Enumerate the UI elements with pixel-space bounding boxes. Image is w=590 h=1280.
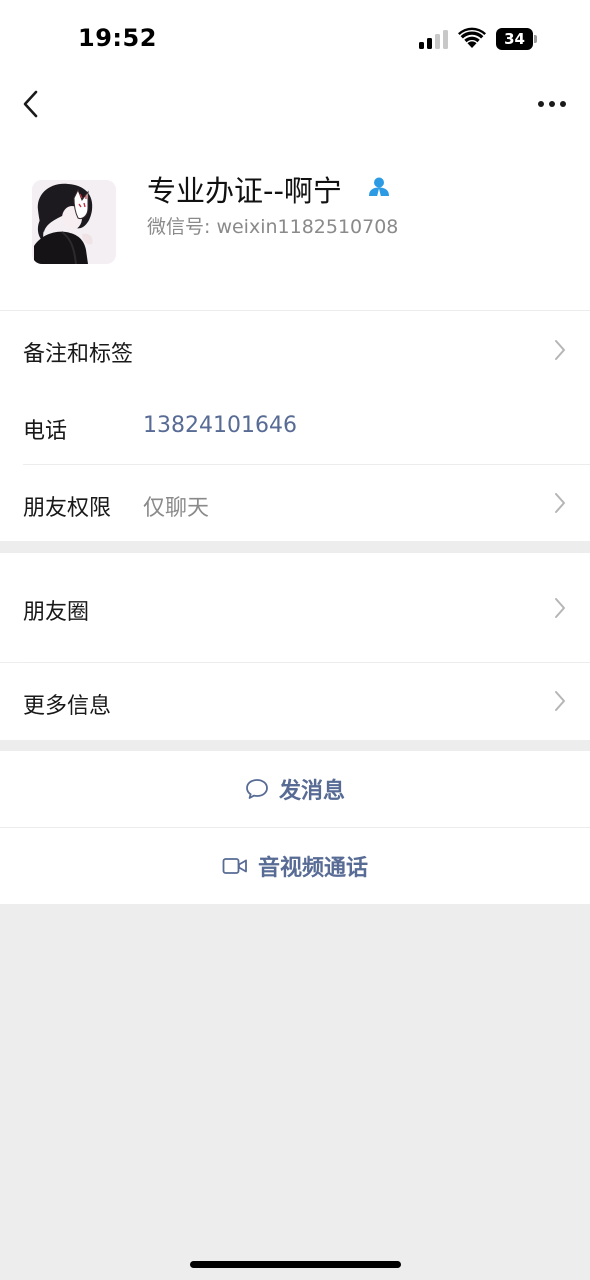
send-message-content: 发消息 <box>0 751 590 827</box>
profile-header: 专业办证--啊宁 微信号: weixin1182510708 <box>0 150 590 310</box>
video-camera-icon <box>222 858 247 874</box>
status-time: 19:52 <box>78 24 157 52</box>
audio-video-call-button[interactable]: 音视频通话 <box>0 828 590 904</box>
row-moments[interactable]: 朋友圈 <box>0 553 590 662</box>
send-message-button[interactable]: 发消息 <box>0 751 590 827</box>
audio-video-call-label: 音视频通话 <box>257 856 368 881</box>
chevron-right-icon <box>555 691 565 711</box>
permissions-value: 仅聊天 <box>143 496 210 521</box>
row-label-moments: 朋友圈 <box>23 600 90 625</box>
row-label-more-info: 更多信息 <box>23 694 112 719</box>
row-phone[interactable]: 电话 13824101646 <box>0 388 590 464</box>
wifi-icon <box>458 27 486 48</box>
avatar[interactable] <box>32 180 116 264</box>
row-remarks-and-tags[interactable]: 备注和标签 <box>0 311 590 388</box>
wechat-id: 微信号: weixin1182510708 <box>147 216 399 238</box>
cellular-signal-icon <box>419 29 449 49</box>
chat-bubble-icon <box>246 779 268 799</box>
phone-number-link[interactable]: 13824101646 <box>143 413 297 438</box>
top-card: 19:52 34 专业办证--啊宁 微信号: weixin1182510708 … <box>0 0 590 541</box>
back-button[interactable] <box>14 86 50 122</box>
row-label-phone: 电话 <box>23 419 68 444</box>
status-bar: 19:52 34 <box>0 0 590 80</box>
row-label-permissions: 朋友权限 <box>23 496 112 521</box>
nav-bar <box>0 80 590 130</box>
battery-level: 34 <box>496 28 533 50</box>
contact-profile-page: 19:52 34 专业办证--啊宁 微信号: weixin1182510708 … <box>0 0 590 1280</box>
send-message-label: 发消息 <box>278 779 345 804</box>
chevron-right-icon <box>555 340 565 360</box>
row-label-remarks: 备注和标签 <box>23 342 134 367</box>
home-indicator[interactable] <box>190 1261 401 1268</box>
row-friend-permissions[interactable]: 朋友权限 仅聊天 <box>0 465 590 541</box>
avatar-image <box>32 180 116 264</box>
chevron-right-icon <box>555 493 565 513</box>
call-content: 音视频通话 <box>0 828 590 904</box>
contact-person-icon <box>369 177 389 198</box>
more-options-button[interactable] <box>532 88 572 120</box>
section-gap <box>0 740 590 751</box>
section-gap <box>0 541 590 553</box>
battery-cap <box>534 35 537 43</box>
row-more-info[interactable]: 更多信息 <box>0 663 590 740</box>
chevron-right-icon <box>555 598 565 618</box>
contact-name: 专业办证--啊宁 <box>147 174 342 208</box>
battery-indicator: 34 <box>496 28 537 50</box>
